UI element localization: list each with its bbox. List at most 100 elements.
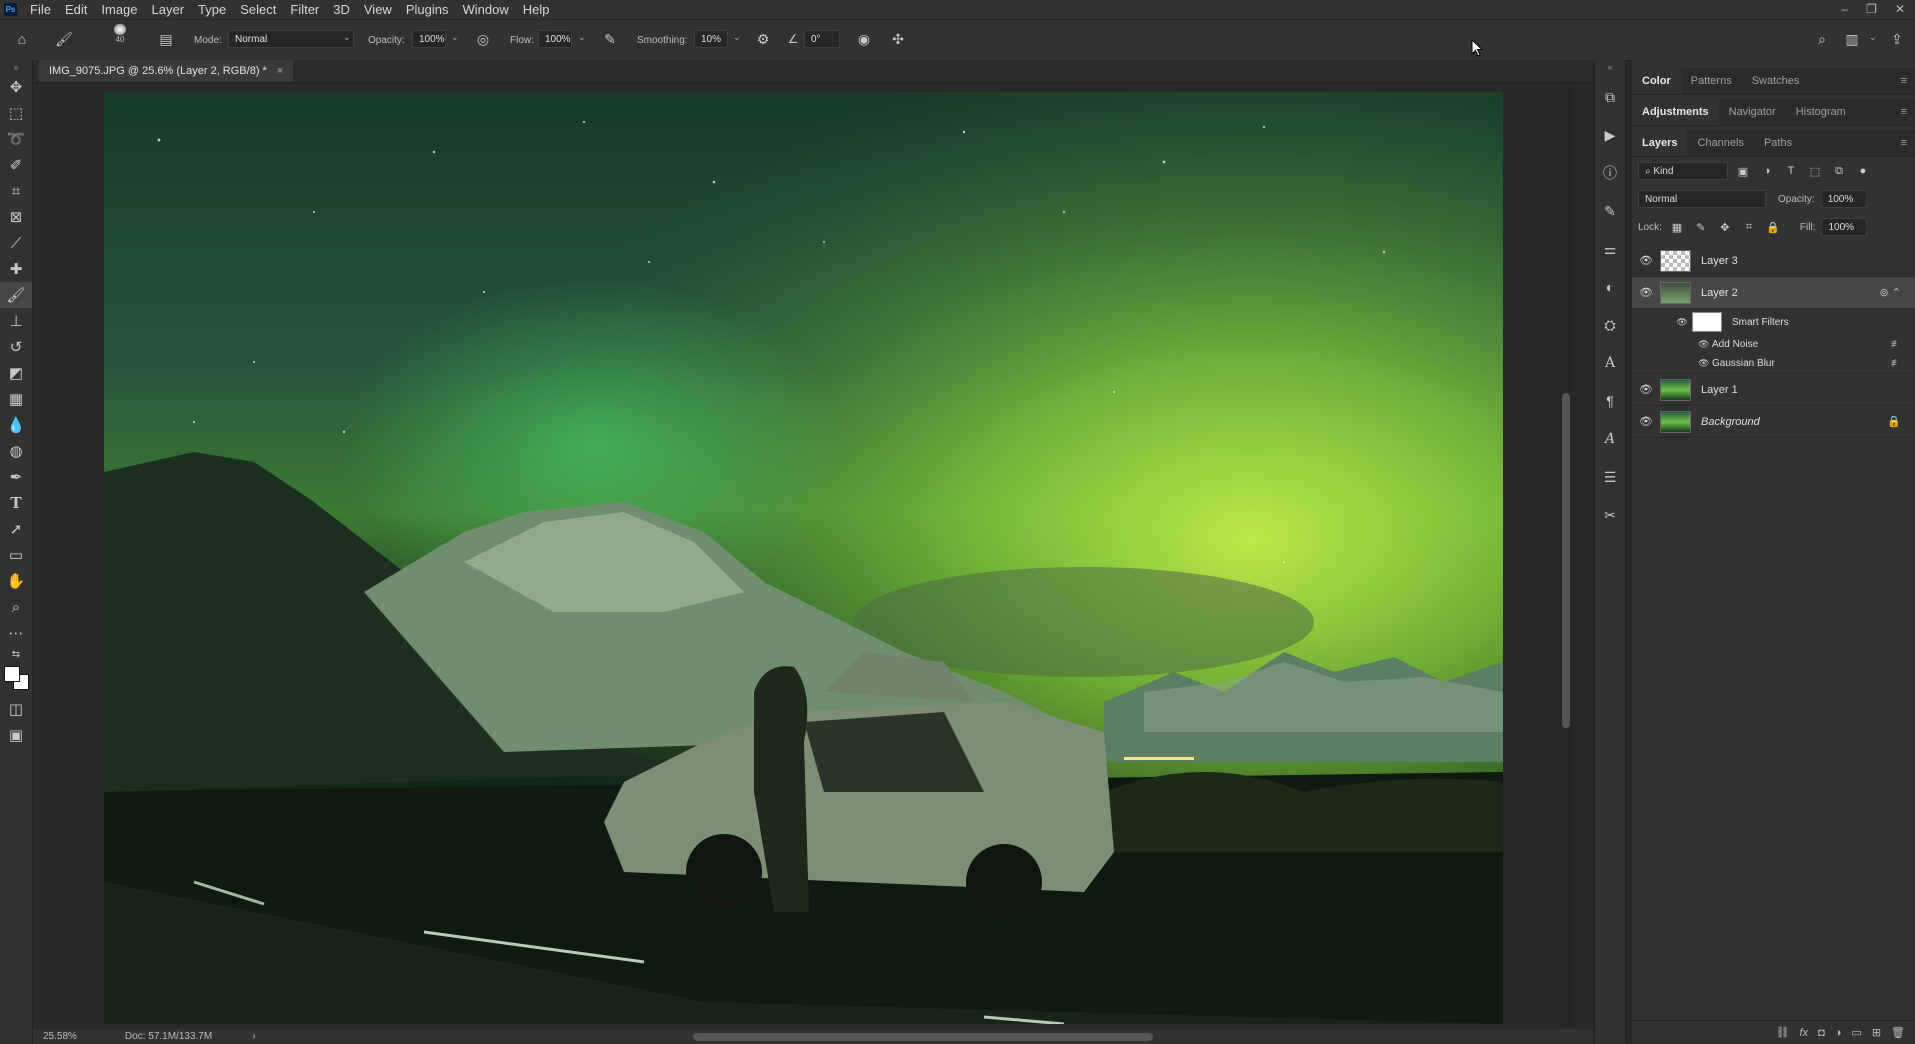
panel-menu-icon[interactable]: ≡: [1901, 75, 1907, 87]
filter-row-add-noise[interactable]: 👁 Add Noise ≢: [1632, 335, 1915, 354]
move-tool-icon[interactable]: ✥: [0, 74, 32, 100]
history-brush-tool-icon[interactable]: ↺: [0, 334, 32, 360]
smart-filters-row[interactable]: 👁 Smart Filters: [1632, 309, 1915, 335]
collapse-dock-icon[interactable]: «: [1595, 60, 1625, 74]
brush-preset-icon[interactable]: 🖌: [54, 29, 74, 49]
clone-stamp-tool-icon[interactable]: ⊥: [0, 308, 32, 334]
zoom-tool-icon[interactable]: ⌕: [0, 594, 32, 620]
menu-plugins[interactable]: Plugins: [399, 0, 456, 19]
visibility-eye-icon[interactable]: 👁: [1632, 415, 1660, 428]
link-layers-icon[interactable]: ⛓: [1776, 1026, 1790, 1039]
info-icon[interactable]: ⓘ: [1595, 158, 1625, 188]
search-icon[interactable]: ⌕: [1812, 29, 1832, 49]
smart-filter-badge-icon[interactable]: ⊚ ⌃: [1880, 286, 1902, 299]
photoshop-logo-icon[interactable]: Ps: [4, 3, 17, 16]
lock-artboard-icon[interactable]: ⌗: [1740, 221, 1758, 234]
lock-all-icon[interactable]: 🔒: [1764, 221, 1782, 234]
layer-style-fx-icon[interactable]: fx: [1800, 1027, 1809, 1039]
layer-row-background[interactable]: 👁 Background 🔒: [1632, 406, 1915, 438]
menu-edit[interactable]: Edit: [58, 0, 94, 19]
healing-brush-tool-icon[interactable]: ✚: [0, 256, 32, 282]
opacity-field[interactable]: 100%: [412, 30, 446, 48]
collapse-toolbar-icon[interactable]: »: [0, 60, 32, 74]
symmetry-icon[interactable]: ✣: [888, 29, 908, 49]
chevron-down-icon[interactable]: ⌄: [1869, 32, 1877, 43]
fill-field[interactable]: 100%: [1821, 218, 1868, 236]
quick-selection-tool-icon[interactable]: ✐: [0, 152, 32, 178]
airbrush-icon[interactable]: ✎: [600, 29, 620, 49]
lock-transparent-icon[interactable]: ▦: [1668, 221, 1686, 234]
crop-tool-icon[interactable]: ⌗: [0, 178, 32, 204]
tab-patterns[interactable]: Patterns: [1681, 68, 1742, 94]
panel-menu-icon[interactable]: ≡: [1901, 106, 1907, 118]
status-menu-arrow[interactable]: ›: [252, 1031, 255, 1042]
shape-filter-icon[interactable]: ⬚: [1806, 165, 1824, 178]
marquee-tool-icon[interactable]: ⬚: [0, 100, 32, 126]
flow-field[interactable]: 100%: [538, 30, 572, 48]
character-icon[interactable]: A: [1595, 348, 1625, 378]
share-icon[interactable]: ⇪: [1887, 29, 1907, 49]
vertical-scroll-thumb[interactable]: [1562, 393, 1570, 728]
tab-color[interactable]: Color: [1632, 68, 1681, 94]
delete-layer-icon[interactable]: 🗑: [1891, 1026, 1905, 1039]
menu-window[interactable]: Window: [455, 0, 515, 19]
add-mask-icon[interactable]: ◘: [1818, 1027, 1825, 1039]
smart-object-filter-icon[interactable]: ⧉: [1830, 165, 1848, 178]
type-tool-icon[interactable]: T: [0, 490, 32, 516]
chevron-down-icon[interactable]: ⌄: [578, 32, 586, 43]
tab-channels[interactable]: Channels: [1687, 130, 1753, 156]
brush-size-picker[interactable]: 40: [110, 24, 130, 44]
glyphs-icon[interactable]: A: [1595, 424, 1625, 454]
close-window-button[interactable]: ✕: [1895, 0, 1905, 19]
layer-opacity-field[interactable]: 100%: [1820, 190, 1867, 208]
properties-icon[interactable]: ☰: [1595, 462, 1625, 492]
visibility-eye-icon[interactable]: 👁: [1698, 358, 1712, 369]
panel-menu-icon[interactable]: ≡: [1901, 137, 1907, 149]
chevron-down-icon[interactable]: ⌄: [451, 32, 459, 43]
menu-view[interactable]: View: [357, 0, 399, 19]
type-filter-icon[interactable]: T: [1782, 165, 1800, 177]
menu-image[interactable]: Image: [94, 0, 144, 19]
mode-select[interactable]: Normal: [228, 30, 354, 48]
pen-tool-icon[interactable]: ✒: [0, 464, 32, 490]
filter-blending-options-icon[interactable]: ≢: [1891, 358, 1901, 369]
lock-icon[interactable]: 🔒: [1887, 415, 1901, 428]
menu-type[interactable]: Type: [191, 0, 233, 19]
foreground-color-swatch[interactable]: [4, 666, 20, 682]
home-icon[interactable]: ⌂: [12, 29, 32, 49]
tool-presets-icon[interactable]: ⛭: [1595, 310, 1625, 340]
layer-filter-kind-select[interactable]: ⌕ Kind: [1638, 162, 1728, 180]
menu-select[interactable]: Select: [233, 0, 283, 19]
new-adjustment-layer-icon[interactable]: ◑: [1835, 1027, 1842, 1039]
minimize-button[interactable]: –: [1841, 0, 1848, 19]
tab-adjustments[interactable]: Adjustments: [1632, 99, 1719, 125]
chevron-down-icon[interactable]: ⌄: [733, 32, 741, 43]
gear-icon[interactable]: ⚙: [753, 29, 773, 49]
screen-mode-icon[interactable]: ▣: [0, 722, 32, 748]
close-tab-icon[interactable]: ×: [277, 65, 283, 77]
canvas-area[interactable]: [33, 83, 1573, 1028]
layer-row-layer-2[interactable]: 👁 Layer 2 ⊚ ⌃: [1632, 277, 1915, 309]
zoom-level[interactable]: 25.58%: [43, 1031, 77, 1042]
eyedropper-tool-icon[interactable]: ⟋: [0, 230, 32, 256]
pressure-opacity-icon[interactable]: ◎: [473, 29, 493, 49]
document-image[interactable]: [104, 92, 1503, 1024]
vertical-scrollbar[interactable]: [1559, 83, 1573, 1028]
swap-colors-icon[interactable]: ⇆: [0, 646, 32, 662]
tab-swatches[interactable]: Swatches: [1742, 68, 1810, 94]
lasso-tool-icon[interactable]: ➰: [0, 126, 32, 152]
visibility-eye-icon[interactable]: 👁: [1632, 254, 1660, 267]
frame-tool-icon[interactable]: ⊠: [0, 204, 32, 230]
visibility-eye-icon[interactable]: 👁: [1672, 317, 1692, 328]
angle-field[interactable]: 0°: [804, 30, 840, 48]
brushes-icon[interactable]: ⚌: [1595, 234, 1625, 264]
clone-source-icon[interactable]: ◐: [1595, 272, 1625, 302]
visibility-eye-icon[interactable]: 👁: [1632, 383, 1660, 396]
smoothing-field[interactable]: 10%: [694, 30, 728, 48]
menu-layer[interactable]: Layer: [145, 0, 192, 19]
restore-button[interactable]: ❐: [1866, 0, 1877, 19]
visibility-eye-icon[interactable]: 👁: [1632, 286, 1660, 299]
workspace-icon[interactable]: ▥: [1842, 29, 1862, 49]
tab-histogram[interactable]: Histogram: [1786, 99, 1856, 125]
paragraph-icon[interactable]: ¶: [1595, 386, 1625, 416]
